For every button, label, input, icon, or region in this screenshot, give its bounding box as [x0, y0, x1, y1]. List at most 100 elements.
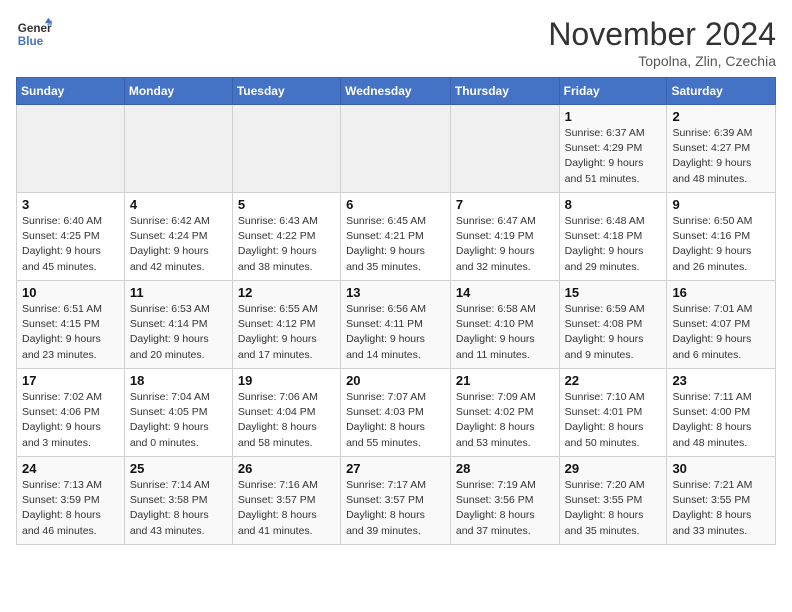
day-number: 16	[672, 285, 770, 300]
calendar-cell: 2Sunrise: 6:39 AMSunset: 4:27 PMDaylight…	[667, 105, 776, 193]
calendar-cell: 16 Sunrise: 7:01 AMSunset: 4:07 PMDayligh…	[667, 281, 776, 369]
day-info: Sunrise: 7:14 AMSunset: 3:58 PMDaylight:…	[130, 478, 227, 539]
calendar-week-5: 24 Sunrise: 7:13 AMSunset: 3:59 PMDayligh…	[17, 457, 776, 545]
day-number: 3	[22, 197, 119, 212]
calendar-cell: 22Sunrise: 7:10 AMSunset: 4:01 PMDayligh…	[559, 369, 667, 457]
calendar-cell: 25 Sunrise: 7:14 AMSunset: 3:58 PMDayligh…	[124, 457, 232, 545]
calendar-cell: 6Sunrise: 6:45 AMSunset: 4:21 PMDaylight…	[341, 193, 451, 281]
day-number: 5	[238, 197, 335, 212]
day-number: 30	[672, 461, 770, 476]
day-info: Sunrise: 6:53 AMSunset: 4:14 PMDaylight:…	[130, 302, 227, 363]
calendar-cell: 17 Sunrise: 7:02 AMSunset: 4:06 PMDayligh…	[17, 369, 125, 457]
weekday-header-sunday: Sunday	[17, 78, 125, 105]
calendar-cell: 1 Sunrise: 6:37 AMSunset: 4:29 PMDaylight…	[559, 105, 667, 193]
calendar-cell: 27Sunrise: 7:17 AMSunset: 3:57 PMDayligh…	[341, 457, 451, 545]
calendar-week-1: 1 Sunrise: 6:37 AMSunset: 4:29 PMDaylight…	[17, 105, 776, 193]
calendar-cell	[450, 105, 559, 193]
calendar-cell: 12Sunrise: 6:55 AMSunset: 4:12 PMDayligh…	[232, 281, 340, 369]
day-number: 2	[672, 109, 770, 124]
calendar-cell	[17, 105, 125, 193]
day-info: Sunrise: 7:04 AMSunset: 4:05 PMDaylight:…	[130, 390, 227, 451]
day-number: 10	[22, 285, 119, 300]
day-info: Sunrise: 6:59 AMSunset: 4:08 PMDaylight:…	[565, 302, 662, 363]
calendar-cell	[124, 105, 232, 193]
calendar-cell: 26Sunrise: 7:16 AMSunset: 3:57 PMDayligh…	[232, 457, 340, 545]
day-info: Sunrise: 7:02 AMSunset: 4:06 PMDaylight:…	[22, 390, 119, 451]
day-info: Sunrise: 6:50 AMSunset: 4:16 PMDaylight:…	[672, 214, 770, 275]
day-info: Sunrise: 7:20 AMSunset: 3:55 PMDaylight:…	[565, 478, 662, 539]
calendar-cell: 3 Sunrise: 6:40 AMSunset: 4:25 PMDaylight…	[17, 193, 125, 281]
day-info: Sunrise: 7:09 AMSunset: 4:02 PMDaylight:…	[456, 390, 554, 451]
svg-text:Blue: Blue	[18, 35, 44, 48]
day-info: Sunrise: 6:37 AMSunset: 4:29 PMDaylight:…	[565, 126, 662, 187]
calendar-cell: 9 Sunrise: 6:50 AMSunset: 4:16 PMDaylight…	[667, 193, 776, 281]
day-info: Sunrise: 7:19 AMSunset: 3:56 PMDaylight:…	[456, 478, 554, 539]
calendar-cell: 23 Sunrise: 7:11 AMSunset: 4:00 PMDayligh…	[667, 369, 776, 457]
calendar-cell: 4 Sunrise: 6:42 AMSunset: 4:24 PMDaylight…	[124, 193, 232, 281]
day-info: Sunrise: 6:40 AMSunset: 4:25 PMDaylight:…	[22, 214, 119, 275]
day-info: Sunrise: 7:06 AMSunset: 4:04 PMDaylight:…	[238, 390, 335, 451]
day-number: 28	[456, 461, 554, 476]
day-info: Sunrise: 6:43 AMSunset: 4:22 PMDaylight:…	[238, 214, 335, 275]
day-info: Sunrise: 7:01 AMSunset: 4:07 PMDaylight:…	[672, 302, 770, 363]
day-number: 19	[238, 373, 335, 388]
day-number: 20	[346, 373, 445, 388]
day-info: Sunrise: 6:42 AMSunset: 4:24 PMDaylight:…	[130, 214, 227, 275]
location: Topolna, Zlin, Czechia	[548, 53, 776, 69]
day-info: Sunrise: 7:13 AMSunset: 3:59 PMDaylight:…	[22, 478, 119, 539]
calendar-cell	[232, 105, 340, 193]
calendar-cell: 10 Sunrise: 6:51 AMSunset: 4:15 PMDayligh…	[17, 281, 125, 369]
calendar-cell: 15 Sunrise: 6:59 AMSunset: 4:08 PMDayligh…	[559, 281, 667, 369]
day-info: Sunrise: 7:11 AMSunset: 4:00 PMDaylight:…	[672, 390, 770, 451]
day-info: Sunrise: 7:17 AMSunset: 3:57 PMDaylight:…	[346, 478, 445, 539]
day-number: 15	[565, 285, 662, 300]
calendar-cell: 30 Sunrise: 7:21 AMSunset: 3:55 PMDayligh…	[667, 457, 776, 545]
calendar-cell: 7 Sunrise: 6:47 AMSunset: 4:19 PMDaylight…	[450, 193, 559, 281]
logo: General Blue	[16, 16, 52, 52]
calendar-cell: 14Sunrise: 6:58 AMSunset: 4:10 PMDayligh…	[450, 281, 559, 369]
calendar-cell: 24 Sunrise: 7:13 AMSunset: 3:59 PMDayligh…	[17, 457, 125, 545]
day-info: Sunrise: 6:58 AMSunset: 4:10 PMDaylight:…	[456, 302, 554, 363]
day-number: 17	[22, 373, 119, 388]
weekday-header-tuesday: Tuesday	[232, 78, 340, 105]
day-number: 7	[456, 197, 554, 212]
day-number: 26	[238, 461, 335, 476]
day-number: 25	[130, 461, 227, 476]
calendar-cell: 20 Sunrise: 7:07 AMSunset: 4:03 PMDayligh…	[341, 369, 451, 457]
calendar-cell: 19 Sunrise: 7:06 AMSunset: 4:04 PMDayligh…	[232, 369, 340, 457]
day-number: 23	[672, 373, 770, 388]
weekday-header-row: SundayMondayTuesdayWednesdayThursdayFrid…	[17, 78, 776, 105]
calendar-cell: 5 Sunrise: 6:43 AMSunset: 4:22 PMDaylight…	[232, 193, 340, 281]
calendar-cell: 18 Sunrise: 7:04 AMSunset: 4:05 PMDayligh…	[124, 369, 232, 457]
weekday-header-wednesday: Wednesday	[341, 78, 451, 105]
calendar-week-4: 17 Sunrise: 7:02 AMSunset: 4:06 PMDayligh…	[17, 369, 776, 457]
calendar-cell: 21 Sunrise: 7:09 AMSunset: 4:02 PMDayligh…	[450, 369, 559, 457]
day-info: Sunrise: 6:47 AMSunset: 4:19 PMDaylight:…	[456, 214, 554, 275]
weekday-header-friday: Friday	[559, 78, 667, 105]
weekday-header-monday: Monday	[124, 78, 232, 105]
day-number: 13	[346, 285, 445, 300]
day-number: 9	[672, 197, 770, 212]
logo-icon: General Blue	[16, 16, 52, 52]
day-number: 4	[130, 197, 227, 212]
weekday-header-thursday: Thursday	[450, 78, 559, 105]
day-number: 29	[565, 461, 662, 476]
day-info: Sunrise: 7:21 AMSunset: 3:55 PMDaylight:…	[672, 478, 770, 539]
day-number: 22	[565, 373, 662, 388]
day-info: Sunrise: 6:51 AMSunset: 4:15 PMDaylight:…	[22, 302, 119, 363]
calendar-cell	[341, 105, 451, 193]
day-number: 24	[22, 461, 119, 476]
weekday-header-saturday: Saturday	[667, 78, 776, 105]
svg-text:General: General	[18, 22, 52, 35]
calendar-cell: 8Sunrise: 6:48 AMSunset: 4:18 PMDaylight…	[559, 193, 667, 281]
day-number: 1	[565, 109, 662, 124]
day-number: 21	[456, 373, 554, 388]
day-info: Sunrise: 7:07 AMSunset: 4:03 PMDaylight:…	[346, 390, 445, 451]
title-block: November 2024 Topolna, Zlin, Czechia	[548, 16, 776, 69]
calendar-cell: 11Sunrise: 6:53 AMSunset: 4:14 PMDayligh…	[124, 281, 232, 369]
month-title: November 2024	[548, 16, 776, 53]
calendar-cell: 13 Sunrise: 6:56 AMSunset: 4:11 PMDayligh…	[341, 281, 451, 369]
page-header: General Blue November 2024 Topolna, Zlin…	[16, 16, 776, 69]
day-info: Sunrise: 6:56 AMSunset: 4:11 PMDaylight:…	[346, 302, 445, 363]
day-number: 18	[130, 373, 227, 388]
